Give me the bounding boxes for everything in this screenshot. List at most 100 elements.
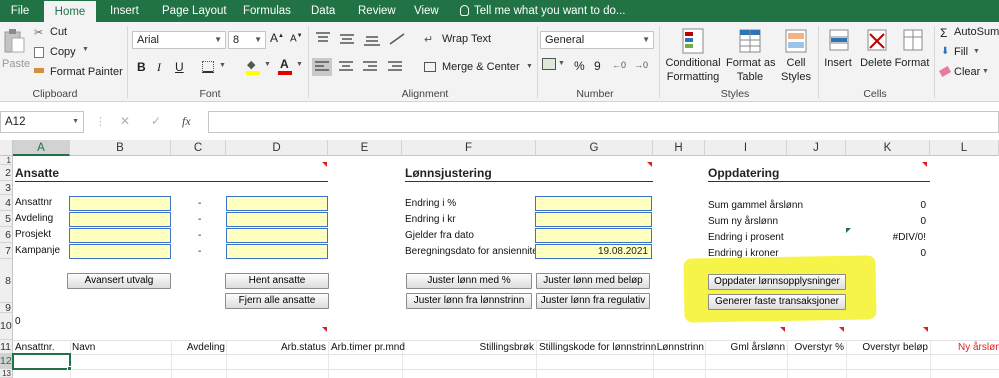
comment-indicator[interactable] [780, 327, 785, 332]
beregningsdato-input[interactable]: 19.08.2021 [535, 244, 652, 259]
error-indicator[interactable] [846, 228, 851, 233]
format-cells-button[interactable]: Format [894, 26, 930, 86]
name-box[interactable]: A12 ▼ [0, 111, 84, 133]
juster-lonn-regulativ-button[interactable]: Juster lønn fra regulativ [536, 293, 650, 309]
row-header-7[interactable]: 7 [0, 243, 13, 259]
copy-button[interactable]: Copy ▼ [34, 46, 94, 60]
avansert-utvalg-button[interactable]: Avansert utvalg [67, 273, 171, 289]
tab-view[interactable]: View [414, 0, 444, 22]
decrease-font-size-button[interactable]: A▼ [290, 33, 303, 44]
column-header-h[interactable]: H [653, 140, 705, 156]
bold-button[interactable]: B [137, 60, 146, 74]
column-header-l[interactable]: L [930, 140, 999, 156]
avdeling-to-input[interactable] [226, 212, 328, 227]
prosjekt-from-input[interactable] [69, 228, 171, 243]
column-header-c[interactable]: C [171, 140, 226, 156]
column-header-e[interactable]: E [328, 140, 402, 156]
comment-indicator[interactable] [839, 327, 844, 332]
font-size-dropdown[interactable]: 8 ▼ [228, 31, 266, 49]
column-header-i[interactable]: I [705, 140, 787, 156]
fill-button[interactable]: ⬇ Fill ▼ [940, 46, 999, 60]
ansattnr-from-input[interactable] [69, 196, 171, 211]
copy-dropdown-icon[interactable]: ▼ [82, 46, 89, 53]
column-header-a[interactable]: A [13, 140, 70, 156]
autosum-button[interactable]: Σ AutoSum [940, 26, 999, 40]
avdeling-from-input[interactable] [69, 212, 171, 227]
tab-file[interactable]: File [0, 0, 40, 22]
clear-button[interactable]: Clear ▼ [938, 65, 999, 80]
select-all-corner[interactable] [0, 140, 13, 156]
column-header-b[interactable]: B [70, 140, 171, 156]
row-header-4[interactable]: 4 [0, 195, 13, 211]
endring-kr-input[interactable] [535, 212, 652, 227]
column-header-j[interactable]: J [787, 140, 846, 156]
row-header-2[interactable]: 2 [0, 165, 13, 181]
wrap-text-button[interactable]: ↵ Wrap Text [424, 33, 504, 47]
increase-font-size-button[interactable]: A▲ [270, 31, 284, 45]
row-header-9[interactable]: 9 [0, 303, 13, 313]
cell-styles-button[interactable]: Cell Styles [776, 26, 816, 86]
formula-input[interactable] [208, 111, 999, 133]
gjelder-fra-dato-input[interactable] [535, 228, 652, 243]
borders-button[interactable]: ▼ [202, 60, 232, 74]
accounting-format-button[interactable]: ▼ [542, 58, 566, 74]
number-format-dropdown[interactable]: General ▼ [540, 31, 654, 49]
paste-button[interactable]: Paste [2, 26, 30, 78]
font-name-dropdown[interactable]: Arial ▼ [132, 31, 226, 49]
underline-button[interactable]: U [175, 60, 184, 74]
italic-button[interactable]: I [157, 60, 161, 75]
tab-home[interactable]: Home [44, 0, 96, 22]
oppdater-lonnsopplysninger-button[interactable]: Oppdater lønnsopplysninger [708, 274, 846, 290]
prosjekt-to-input[interactable] [226, 228, 328, 243]
font-color-button[interactable]: A ▼ [278, 57, 308, 76]
kampanje-to-input[interactable] [226, 244, 328, 259]
vertical-align-icons[interactable] [314, 30, 414, 48]
row-header-8[interactable]: 8 [0, 259, 13, 303]
comment-indicator[interactable] [322, 327, 327, 332]
delete-cells-button[interactable]: Delete [858, 26, 894, 86]
row-header-3[interactable]: 3 [0, 181, 13, 195]
fjern-alle-ansatte-button[interactable]: Fjern alle ansatte [225, 293, 329, 309]
tab-page-layout[interactable]: Page Layout [162, 0, 232, 22]
format-painter-button[interactable]: Format Painter [34, 66, 124, 80]
tab-formulas[interactable]: Formulas [243, 0, 303, 22]
comment-indicator[interactable] [647, 162, 652, 167]
endring-prosent-input[interactable] [535, 196, 652, 211]
juster-lonn-lonnstrinn-button[interactable]: Juster lønn fra lønnstrinn [406, 293, 532, 309]
row-header-10[interactable]: 10 [0, 313, 13, 340]
fill-color-button[interactable]: ◆ ▼ [246, 58, 276, 76]
fill-handle[interactable] [67, 366, 72, 371]
row-header-5[interactable]: 5 [0, 211, 13, 227]
format-as-table-button[interactable]: Format as Table [726, 26, 776, 86]
juster-lonn-prosent-button[interactable]: Juster lønn med % [406, 273, 532, 289]
juster-lonn-belop-button[interactable]: Juster lønn med beløp [536, 273, 650, 289]
insert-function-button[interactable]: fx [182, 114, 191, 129]
conditional-formatting-button[interactable]: Conditional Formatting [662, 26, 724, 86]
row-header-13[interactable]: 13 [0, 369, 13, 378]
tab-review[interactable]: Review [358, 0, 398, 22]
row-header-6[interactable]: 6 [0, 227, 13, 243]
column-header-f[interactable]: F [402, 140, 536, 156]
row-header-11[interactable]: 11 [0, 340, 13, 354]
cancel-formula-button[interactable]: ✕ [120, 114, 130, 128]
merge-center-button[interactable]: Merge & Center ▼ [424, 61, 534, 75]
insert-cells-button[interactable]: Insert [820, 26, 856, 86]
comment-indicator[interactable] [922, 162, 927, 167]
comment-indicator[interactable] [923, 327, 928, 332]
percent-style-button[interactable]: % [574, 59, 585, 73]
tab-insert[interactable]: Insert [110, 0, 150, 22]
comment-indicator[interactable] [322, 162, 327, 167]
hent-ansatte-button[interactable]: Hent ansatte [225, 273, 329, 289]
column-header-g[interactable]: G [536, 140, 653, 156]
selected-cell-a12[interactable] [12, 353, 71, 370]
column-header-d[interactable]: D [226, 140, 328, 156]
enter-formula-button[interactable]: ✓ [151, 114, 161, 128]
ansattnr-to-input[interactable] [226, 196, 328, 211]
decrease-decimal-button[interactable]: →0 [634, 60, 648, 70]
row-header-1[interactable]: 1 [0, 156, 13, 165]
column-header-k[interactable]: K [846, 140, 930, 156]
increase-decimal-button[interactable]: ←0 [612, 60, 626, 70]
tell-me-box[interactable]: Tell me what you want to do... [460, 0, 626, 22]
horizontal-align-icons[interactable] [312, 58, 412, 76]
comma-style-button[interactable]: 9 [594, 59, 601, 73]
